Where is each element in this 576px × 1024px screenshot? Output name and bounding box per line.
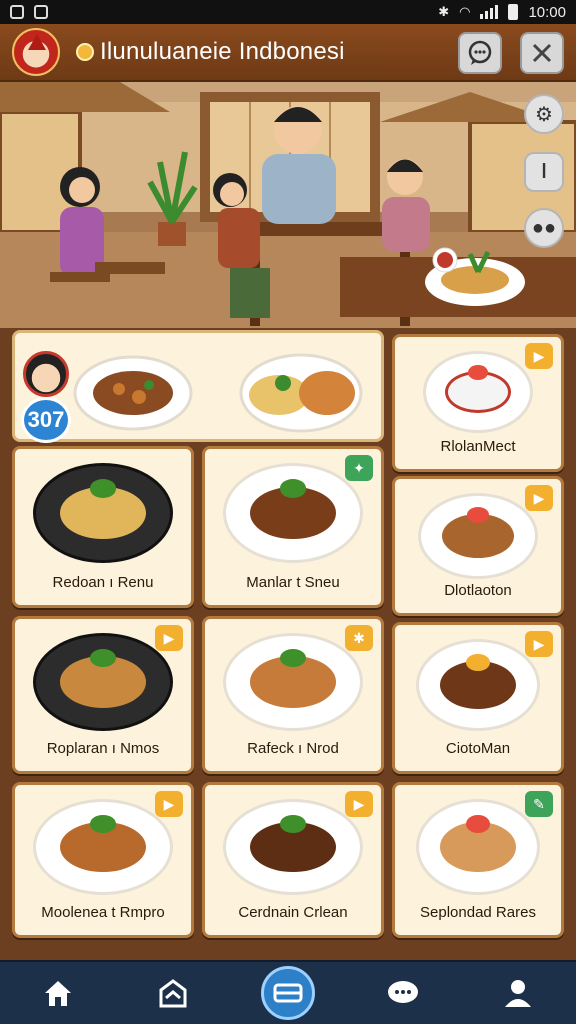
info-icon: ǀ (541, 160, 547, 183)
featured-dish-plates (73, 353, 363, 433)
menu-item-card[interactable]: ✱ Rafeck ı Nrod (202, 616, 384, 774)
dish-image (223, 799, 363, 895)
edit-badge-icon[interactable]: ✎ (525, 791, 553, 817)
dish-image (423, 351, 533, 433)
coin-icon (76, 43, 94, 61)
restaurant-scene: ⚙ ǀ ●● (0, 82, 576, 332)
dish-image (416, 799, 540, 895)
dish-image (33, 463, 173, 563)
speech-bubble-icon: ●● (531, 216, 557, 239)
menu-item-card[interactable]: Redoan ı Renu (12, 446, 194, 608)
menu-item-card[interactable]: ✦ Manlar t Sneu (202, 446, 384, 608)
menu-item-name: Cerdnain Crlean (238, 904, 348, 921)
chat-icon (468, 40, 492, 65)
chat-bubble-icon (387, 981, 418, 1003)
menu-item-card[interactable]: ▶ CiotoMan (392, 622, 564, 774)
settings-button[interactable]: ⚙ (524, 94, 564, 134)
chat-button[interactable] (458, 32, 502, 74)
menu-item-name: Moolenea t Rmpro (41, 904, 165, 921)
menu-item-name: Rafeck ı Nrod (247, 740, 339, 757)
nav-home[interactable] (30, 965, 86, 1021)
nav-kitchen[interactable] (260, 966, 315, 1020)
featured-dishes[interactable]: 307 (12, 330, 384, 443)
status-time: 10:00 (528, 3, 566, 21)
nav-chat[interactable] (375, 965, 431, 1021)
menu-item-card[interactable]: ▶ Dlotlaoton (392, 476, 564, 616)
menu-item-name: Dlotlaoton (444, 582, 512, 599)
nav-shop[interactable] (145, 965, 201, 1021)
menu-item-name: Seplondad Rares (420, 904, 536, 921)
nav-profile[interactable] (490, 965, 546, 1021)
menu-item-card[interactable]: ▶ Roplaran ı Nmos (12, 616, 194, 774)
restaurant-logo[interactable] (12, 28, 60, 76)
battery-icon (508, 4, 519, 20)
profile-icon (505, 980, 532, 1007)
restaurant-illustration (0, 82, 576, 332)
menu-item-name: Redoan ı Renu (52, 574, 154, 591)
menu-item-name: RlolanMect (440, 438, 516, 455)
app-header: Ilunuluaneie Indbonesi (0, 24, 576, 82)
info-button[interactable]: ǀ (524, 152, 564, 192)
app-notification-icon (10, 5, 24, 19)
play-badge-icon[interactable]: ▶ (525, 343, 553, 369)
menu-item-card[interactable]: ▶ Moolenea t Rmpro (12, 782, 194, 938)
dish-image (33, 633, 173, 731)
app-title: Ilunuluaneie Indbonesi (100, 38, 345, 65)
status-bar: ✱ ◠ 10:00 (0, 0, 576, 24)
bottom-navigation (0, 960, 576, 1024)
sparkle-badge-icon[interactable]: ✱ (345, 625, 373, 651)
signal-icon (480, 5, 499, 19)
play-badge-icon[interactable]: ▶ (525, 485, 553, 511)
kitchen-counter-icon (273, 983, 303, 1003)
menu-item-card[interactable]: ▶ Cerdnain Crlean (202, 782, 384, 938)
menu-item-name: Manlar t Sneu (246, 574, 340, 591)
dish-image (416, 639, 540, 731)
bluetooth-icon: ✱ (438, 4, 450, 19)
close-icon (532, 43, 552, 63)
menu-item-card[interactable]: ✎ Seplondad Rares (392, 782, 564, 938)
wifi-icon: ◠ (459, 4, 471, 19)
dish-image (223, 633, 363, 731)
gear-icon: ⚙ (535, 103, 553, 126)
play-badge-icon[interactable]: ▶ (155, 625, 183, 651)
message-button[interactable]: ●● (524, 208, 564, 248)
play-badge-icon[interactable]: ▶ (525, 631, 553, 657)
play-badge-icon[interactable]: ▶ (345, 791, 373, 817)
menu-item-card[interactable]: ▶ RlolanMect (392, 334, 564, 472)
dish-image (223, 463, 363, 563)
close-button[interactable] (520, 32, 564, 74)
dish-image (33, 799, 173, 895)
menu-item-name: Roplaran ı Nmos (46, 740, 160, 757)
play-badge-icon[interactable]: ▶ (155, 791, 183, 817)
image-notification-icon (34, 5, 48, 19)
star-badge-icon[interactable]: ✦ (345, 455, 373, 481)
home-icon (44, 981, 71, 1006)
shop-icon (159, 979, 187, 1008)
menu-item-name: CiotoMan (445, 740, 511, 757)
dish-image (418, 493, 538, 579)
